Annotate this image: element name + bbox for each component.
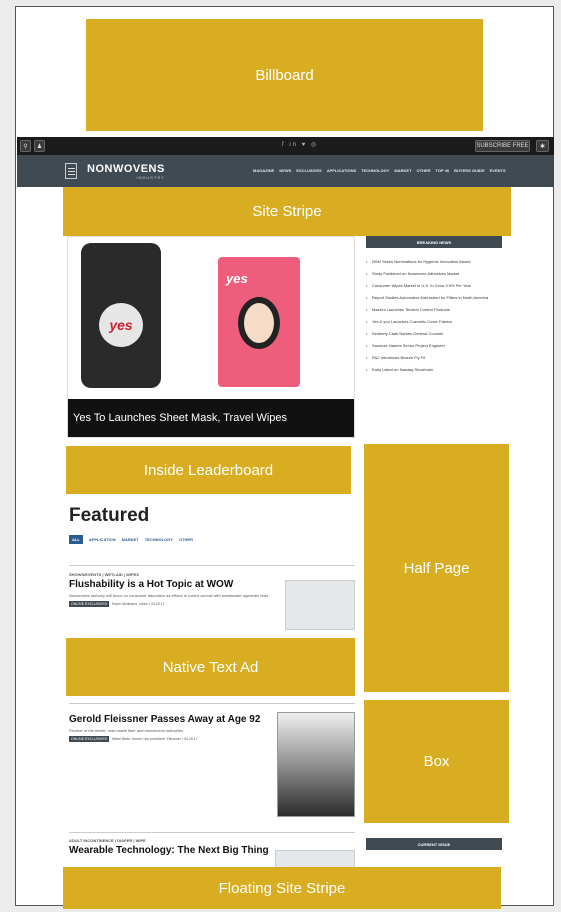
nav-link[interactable]: MAGAZINE: [253, 168, 274, 173]
article-byline: Mitzel Bieto, former vice president, Fle…: [111, 737, 198, 741]
floating-site-stripe-ad[interactable]: Floating Site Stripe: [63, 867, 501, 909]
list-item[interactable]: Early Listed on Nasdaq Stockholm: [366, 366, 502, 373]
logo-text: NONWOVENS: [87, 163, 165, 175]
face-illustration: [238, 297, 280, 349]
site-logo[interactable]: NONWOVENS INDUSTRY: [87, 163, 165, 180]
box-ad[interactable]: Box: [364, 700, 509, 823]
list-item[interactable]: NSM Seeks Nominations for Hygienic Innov…: [366, 258, 502, 265]
breaking-news-header: BREAKING NEWS: [366, 236, 502, 248]
nav-link[interactable]: APPLICATIONS: [327, 168, 356, 173]
menu-icon[interactable]: [65, 163, 77, 179]
article-description: Pioneer of the textile, man-made fiber a…: [69, 728, 184, 733]
article-card[interactable]: SHOWS/EVENTS | WETLAID | WIPES Flushabil…: [69, 572, 355, 632]
list-item[interactable]: Kimberly-Clark Names General Counsel: [366, 330, 502, 337]
product-image-wipes: yes: [81, 243, 161, 388]
current-issue-header: CURRENT ISSUE: [366, 838, 502, 850]
filter-tab-technology[interactable]: TECHNOLOGY: [145, 537, 173, 542]
nav-link[interactable]: EXCLUSIVES: [296, 168, 321, 173]
article-card[interactable]: ADULT INCONTINENCE | DIAPER | WIPE Weara…: [69, 838, 355, 870]
product-image-mask: yes: [218, 257, 300, 387]
subscribe-button[interactable]: SUBSCRIBE FREE: [475, 140, 530, 152]
featured-filter-tabs: ALL APPLICATION MARKET TECHNOLOGY OTHER: [69, 535, 193, 544]
filter-tab-application[interactable]: APPLICATION: [89, 537, 116, 542]
hero-story[interactable]: yes yes Yes To Launches Sheet Mask, Trav…: [67, 236, 355, 438]
article-badge[interactable]: ONLINE EXCLUSIVES: [69, 736, 109, 742]
nav-link[interactable]: MARKET: [394, 168, 411, 173]
social-icons[interactable]: f in ♥ ◎: [282, 141, 318, 148]
native-text-ad[interactable]: Native Text Ad: [66, 638, 355, 696]
billboard-ad[interactable]: Billboard: [86, 19, 483, 131]
list-item[interactable]: Study Published on Nonwoven Adhesives Ma…: [366, 270, 502, 277]
search-icon[interactable]: ⚲: [20, 140, 31, 152]
list-item[interactable]: Sandoze Names Senior Project Engineer: [366, 342, 502, 349]
divider: [69, 565, 355, 566]
featured-heading: Featured: [69, 505, 150, 526]
article-badge[interactable]: ONLINE EXCLUSIVES: [69, 601, 109, 607]
nav-link[interactable]: TOP 40: [436, 168, 450, 173]
brand-label: yes: [226, 271, 248, 286]
article-category: SHOWS/EVENTS | WETLAID | WIPES: [69, 572, 140, 577]
nav-link[interactable]: NEWS: [279, 168, 291, 173]
article-byline: Karen Mclimans, editor • 04.25.17: [111, 602, 165, 606]
hero-caption[interactable]: Yes To Launches Sheet Mask, Travel Wipes: [68, 399, 354, 437]
article-description: Nonwovens industry will focus on consume…: [69, 593, 268, 598]
list-item[interactable]: Mazzini Launches Tension Control Product…: [366, 306, 502, 313]
top-utility-bar: ⚲ ♟ f in ♥ ◎ SUBSCRIBE FREE ✱: [17, 137, 554, 155]
filter-tab-market[interactable]: MARKET: [122, 537, 139, 542]
list-item[interactable]: R&J Introduces Breeze Fly Fit: [366, 354, 502, 361]
site-stripe-ad[interactable]: Site Stripe: [63, 187, 511, 236]
divider: [69, 832, 355, 833]
nav-link[interactable]: TECHNOLOGY: [361, 168, 389, 173]
filter-tab-all[interactable]: ALL: [69, 535, 83, 544]
inside-leaderboard-ad[interactable]: Inside Leaderboard: [66, 446, 351, 494]
article-thumbnail[interactable]: [285, 580, 355, 630]
main-navigation: NONWOVENS INDUSTRY MAGAZINE NEWS EXCLUSI…: [17, 155, 554, 187]
half-page-ad[interactable]: Half Page: [364, 444, 509, 692]
breaking-news-list: NSM Seeks Nominations for Hygienic Innov…: [366, 258, 502, 378]
list-item[interactable]: Yes & you Launches Cosmetic Cover Fabric…: [366, 318, 502, 325]
article-card[interactable]: Gerold Fleissner Passes Away at Age 92 P…: [69, 712, 355, 820]
article-portrait-image[interactable]: [277, 712, 355, 817]
nav-link[interactable]: EVENTS: [490, 168, 506, 173]
nav-link[interactable]: BUYERS GUIDE: [454, 168, 484, 173]
article-category: ADULT INCONTINENCE | DIAPER | WIPE: [69, 838, 146, 843]
filter-tab-other[interactable]: OTHER: [179, 537, 193, 542]
nav-link[interactable]: OTHER: [417, 168, 431, 173]
breaking-news-sidebar: BREAKING NEWS NSM Seeks Nominations for …: [362, 236, 504, 446]
list-item[interactable]: Consumer Wipes Market in U.S. to Grow 3.…: [366, 282, 502, 289]
user-icon[interactable]: ♟: [34, 140, 45, 152]
divider: [69, 703, 355, 704]
brand-label: yes: [99, 303, 143, 347]
logo-subtext: INDUSTRY: [136, 175, 165, 180]
nav-links: MAGAZINE NEWS EXCLUSIVES APPLICATIONS TE…: [253, 168, 506, 173]
settings-icon[interactable]: ✱: [536, 140, 549, 152]
list-item[interactable]: Report Studies Automotive Airbrushed for…: [366, 294, 502, 301]
